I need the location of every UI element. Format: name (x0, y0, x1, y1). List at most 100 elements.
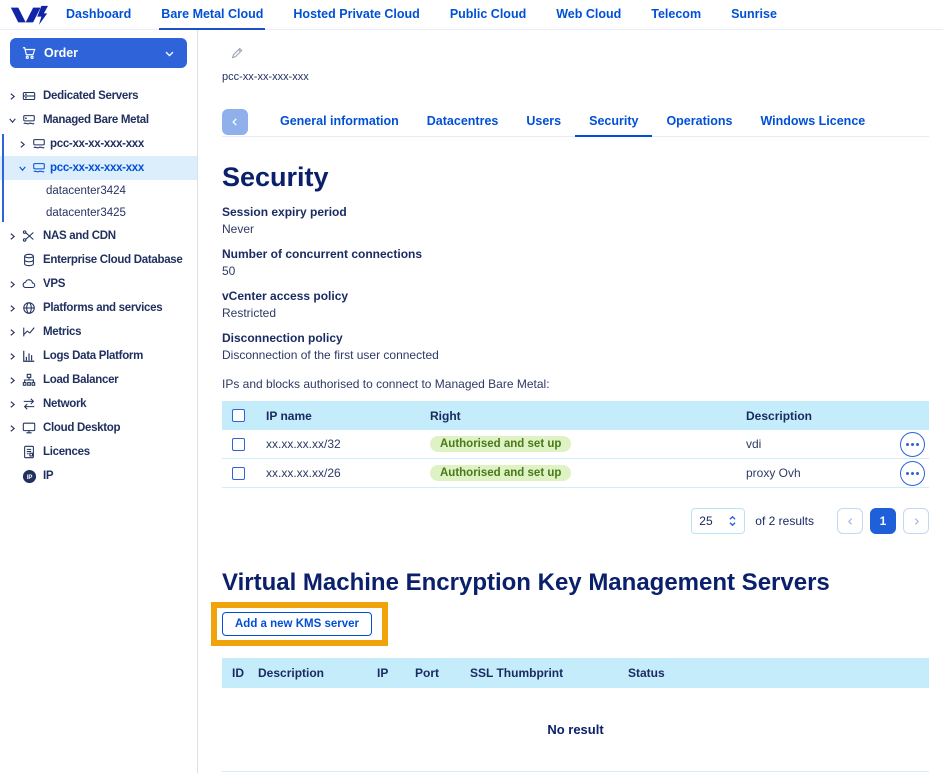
sidebar-item-licences[interactable]: Licences (0, 440, 197, 464)
prev-page-button[interactable] (837, 508, 863, 534)
chevron-right-icon (8, 232, 17, 241)
chevron-down-icon (8, 116, 17, 125)
highlight-annotation: Add a new KMS server (211, 602, 388, 646)
sidebar-item-enterprise-cloud-database[interactable]: Enterprise Cloud Database (0, 248, 197, 272)
add-kms-server-button[interactable]: Add a new KMS server (222, 612, 372, 636)
tab-operations[interactable]: Operations (652, 107, 746, 137)
sidebar-item-label: IP (43, 470, 53, 482)
cell-description: proxy Ovh (746, 466, 900, 480)
tree-item-label: pcc-xx-xx-xxx-xxx (50, 138, 144, 150)
results-count: of 2 results (755, 514, 814, 528)
bar-chart-icon (22, 349, 36, 363)
cell-description: vdi (746, 437, 900, 451)
order-button[interactable]: Order (10, 38, 187, 68)
sidebar-item-load-balancer[interactable]: Load Balancer (0, 368, 197, 392)
topnav-sunrise[interactable]: Sunrise (729, 0, 779, 30)
sidebar-item-label: Metrics (43, 326, 81, 338)
cell-ip-name: xx.xx.xx.xx/32 (266, 437, 430, 451)
cell-ip-name: xx.xx.xx.xx/26 (266, 466, 430, 480)
kms-table: ID Description IP Port SSL Thumbprint St… (222, 658, 929, 772)
sidebar-item-platforms-and-services[interactable]: Platforms and services (0, 296, 197, 320)
next-page-button[interactable] (903, 508, 929, 534)
topnav-public-cloud[interactable]: Public Cloud (448, 0, 528, 30)
tree-item-pcc-2-selected[interactable]: pcc-xx-xx-xxx-xxx (0, 156, 197, 180)
field-value: Restricted (222, 306, 929, 321)
select-all-checkbox[interactable] (232, 409, 245, 422)
chevron-right-icon (8, 280, 17, 289)
cloud-icon (22, 277, 36, 291)
sidebar-item-label: NAS and CDN (43, 230, 116, 242)
sidebar-item-label: Cloud Desktop (43, 422, 120, 434)
sidebar-item-logs-data-platform[interactable]: Logs Data Platform (0, 344, 197, 368)
field-value: Disconnection of the first user connecte… (222, 348, 929, 363)
row-checkbox[interactable] (232, 438, 245, 451)
service-name: pcc-xx-xx-xxx-xxx (222, 71, 929, 83)
chevron-down-icon (18, 164, 27, 173)
ip-table-header: IP name Right Description (222, 401, 929, 430)
field-session-expiry: Session expiry period Never (222, 205, 929, 237)
database-icon (22, 253, 36, 267)
managed-bare-metal-icon (32, 137, 46, 151)
sidebar-item-label: Licences (43, 446, 90, 458)
edit-pencil-icon[interactable] (230, 46, 244, 60)
pagination: 25 of 2 results 1 (222, 508, 929, 534)
topnav-dashboard[interactable]: Dashboard (64, 0, 133, 30)
sidebar-item-label: Dedicated Servers (43, 90, 138, 102)
cart-icon (22, 46, 36, 60)
svg-text:IP: IP (27, 473, 32, 480)
tab-datacentres[interactable]: Datacentres (413, 107, 513, 137)
tab-users[interactable]: Users (512, 107, 575, 137)
sidebar-item-managed-bare-metal[interactable]: Managed Bare Metal (0, 108, 197, 132)
field-value: 50 (222, 264, 929, 279)
page-size-value: 25 (699, 514, 712, 528)
ip-badge-icon: IP (22, 469, 37, 484)
sidebar-item-nas-and-cdn[interactable]: NAS and CDN (0, 224, 197, 248)
tree-item-datacenter3425[interactable]: datacenter3425 (0, 202, 197, 224)
sidebar-item-network[interactable]: Network (0, 392, 197, 416)
row-actions-button[interactable] (900, 461, 925, 486)
tab-windows-licence[interactable]: Windows Licence (746, 107, 879, 137)
managed-bare-metal-icon (22, 113, 36, 127)
ip-table: IP name Right Description xx.xx.xx.xx/32… (222, 401, 929, 488)
page-size-select[interactable]: 25 (691, 508, 745, 534)
sidebar-item-vps[interactable]: VPS (0, 272, 197, 296)
dedicated-servers-icon (22, 89, 36, 103)
topnav-bare-metal-cloud[interactable]: Bare Metal Cloud (159, 0, 265, 30)
ellipsis-icon (911, 443, 914, 446)
sidebar-item-cloud-desktop[interactable]: Cloud Desktop (0, 416, 197, 440)
status-badge: Authorised and set up (430, 465, 571, 481)
col-status: Status (628, 666, 929, 680)
ovhcloud-logo[interactable] (10, 4, 48, 26)
back-button[interactable] (222, 109, 248, 135)
chevron-right-icon (18, 140, 27, 149)
row-actions-button[interactable] (900, 432, 925, 457)
load-balancer-icon (22, 373, 36, 387)
tab-security[interactable]: Security (575, 107, 652, 137)
sidebar-item-label: Network (43, 398, 86, 410)
sidebar-item-dedicated-servers[interactable]: Dedicated Servers (0, 84, 197, 108)
tree-item-datacenter3424[interactable]: datacenter3424 (0, 180, 197, 202)
kms-section-title: Virtual Machine Encryption Key Managemen… (222, 568, 929, 598)
col-ssl-thumbprint: SSL Thumbprint (470, 666, 628, 680)
tree-item-pcc-1[interactable]: pcc-xx-xx-xxx-xxx (0, 132, 197, 156)
field-concurrent-connections: Number of concurrent connections 50 (222, 247, 929, 279)
topnav-hosted-private-cloud[interactable]: Hosted Private Cloud (291, 0, 421, 30)
page-1-button[interactable]: 1 (870, 508, 896, 534)
table-row: xx.xx.xx.xx/26 Authorised and set up pro… (222, 459, 929, 488)
topnav-web-cloud[interactable]: Web Cloud (554, 0, 623, 30)
ellipsis-icon (911, 472, 914, 475)
chevron-right-icon (8, 376, 17, 385)
sidebar-item-ip[interactable]: IP IP (0, 464, 197, 488)
nas-cdn-icon (22, 229, 36, 243)
row-checkbox[interactable] (232, 467, 245, 480)
tab-general-information[interactable]: General information (266, 107, 413, 137)
sidebar-item-metrics[interactable]: Metrics (0, 320, 197, 344)
chevron-right-icon (8, 352, 17, 361)
tab-bar: General information Datacentres Users Se… (222, 107, 929, 137)
field-label: Session expiry period (222, 205, 929, 219)
sidebar-item-label: Logs Data Platform (43, 350, 143, 362)
col-description: Description (258, 666, 377, 680)
topnav-telecom[interactable]: Telecom (649, 0, 703, 30)
ip-table-intro: IPs and blocks authorised to connect to … (222, 377, 929, 391)
field-label: Disconnection policy (222, 331, 929, 345)
